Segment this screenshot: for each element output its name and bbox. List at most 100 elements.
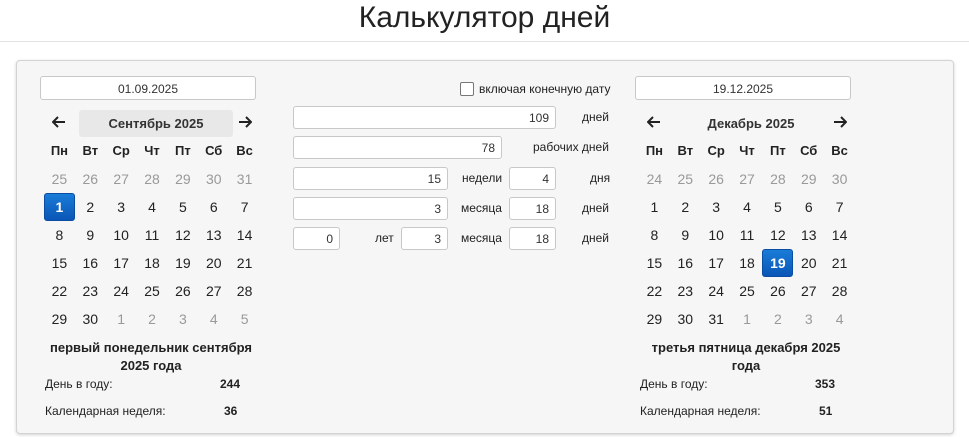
weeks-field[interactable]: 15 [293,167,448,190]
start-day-cell[interactable]: 28 [137,165,168,193]
start-day-cell[interactable]: 28 [229,277,260,305]
end-day-cell[interactable]: 17 [701,249,732,277]
start-day-cell[interactable]: 12 [167,221,198,249]
days-field[interactable]: 109 [293,106,556,129]
start-day-cell[interactable]: 6 [198,193,229,221]
end-day-cell[interactable]: 12 [762,221,793,249]
end-day-cell[interactable]: 28 [824,277,855,305]
start-day-cell[interactable]: 25 [44,165,75,193]
end-day-cell[interactable]: 30 [824,165,855,193]
ym-days-field[interactable]: 18 [509,227,556,250]
end-day-cell[interactable]: 8 [639,221,670,249]
ym-months-field[interactable]: 3 [401,227,448,250]
start-day-cell[interactable]: 5 [229,305,260,333]
end-day-cell[interactable]: 4 [824,305,855,333]
start-day-cell[interactable]: 16 [75,249,106,277]
start-day-cell[interactable]: 4 [137,193,168,221]
start-day-cell[interactable]: 15 [44,249,75,277]
start-day-cell[interactable]: 26 [167,277,198,305]
end-day-cell[interactable]: 23 [670,277,701,305]
end-day-cell[interactable]: 1 [639,193,670,221]
start-day-cell[interactable]: 26 [75,165,106,193]
months-field[interactable]: 3 [293,197,448,220]
start-day-cell[interactable]: 23 [75,277,106,305]
end-day-cell[interactable]: 22 [639,277,670,305]
weeks-days-field[interactable]: 4 [509,167,556,190]
end-day-cell[interactable]: 28 [762,165,793,193]
end-selected-day[interactable]: 19 [762,249,794,277]
start-day-cell[interactable]: 20 [198,249,229,277]
start-day-cell[interactable]: 3 [106,193,137,221]
arrow-right-icon[interactable] [825,110,855,137]
end-day-cell[interactable]: 20 [793,249,824,277]
start-day-cell[interactable]: 29 [167,165,198,193]
start-day-cell[interactable]: 18 [137,249,168,277]
end-day-cell[interactable]: 4 [732,193,763,221]
end-day-cell[interactable]: 31 [701,305,732,333]
months-days-field[interactable]: 18 [509,197,556,220]
end-day-cell[interactable]: 10 [701,221,732,249]
start-month-title[interactable]: Сентябрь 2025 [79,110,233,137]
arrow-right-icon[interactable] [230,110,260,137]
end-date-input[interactable]: 19.12.2025 [635,76,851,100]
start-day-cell[interactable]: 1 [106,305,137,333]
start-day-cell[interactable]: 29 [44,305,75,333]
start-day-cell[interactable]: 11 [137,221,168,249]
arrow-left-icon[interactable] [44,110,74,137]
end-day-cell[interactable]: 24 [639,165,670,193]
workdays-field[interactable]: 78 [293,136,502,159]
start-day-cell[interactable]: 24 [106,277,137,305]
start-day-cell[interactable]: 4 [198,305,229,333]
end-day-cell[interactable]: 11 [732,221,763,249]
start-day-cell[interactable]: 13 [198,221,229,249]
end-day-cell[interactable]: 2 [762,305,793,333]
end-day-cell[interactable]: 26 [762,277,793,305]
end-day-cell[interactable]: 25 [732,277,763,305]
start-day-cell[interactable]: 19 [167,249,198,277]
end-day-cell[interactable]: 18 [732,249,763,277]
end-day-cell[interactable]: 2 [670,193,701,221]
start-day-cell[interactable]: 2 [137,305,168,333]
end-day-cell[interactable]: 29 [793,165,824,193]
end-day-cell[interactable]: 15 [639,249,670,277]
arrow-left-icon[interactable] [639,110,669,137]
start-day-cell[interactable]: 30 [198,165,229,193]
start-day-cell[interactable]: 17 [106,249,137,277]
end-day-cell[interactable]: 16 [670,249,701,277]
end-day-cell[interactable]: 14 [824,221,855,249]
end-day-cell[interactable]: 1 [732,305,763,333]
end-day-cell[interactable]: 26 [701,165,732,193]
end-day-cell[interactable]: 3 [793,305,824,333]
include-end-date-checkbox[interactable] [460,81,474,96]
start-date-input[interactable]: 01.09.2025 [40,76,256,100]
end-day-cell[interactable]: 30 [670,305,701,333]
start-day-cell[interactable]: 8 [44,221,75,249]
start-day-cell[interactable]: 27 [106,165,137,193]
end-day-cell[interactable]: 13 [793,221,824,249]
start-day-cell[interactable]: 3 [167,305,198,333]
years-field[interactable]: 0 [293,227,340,250]
end-day-cell[interactable]: 29 [639,305,670,333]
start-day-cell[interactable]: 14 [229,221,260,249]
end-day-cell[interactable]: 27 [793,277,824,305]
include-end-date-option[interactable]: включая конечную дату [460,81,610,97]
end-day-cell[interactable]: 3 [701,193,732,221]
end-day-cell[interactable]: 5 [762,193,793,221]
end-day-cell[interactable]: 24 [701,277,732,305]
end-day-cell[interactable]: 9 [670,221,701,249]
end-day-cell[interactable]: 27 [732,165,763,193]
start-selected-day[interactable]: 1 [44,193,75,221]
start-day-cell[interactable]: 5 [167,193,198,221]
start-day-cell[interactable]: 10 [106,221,137,249]
start-day-cell[interactable]: 31 [229,165,260,193]
end-day-cell[interactable]: 7 [824,193,855,221]
start-day-cell[interactable]: 9 [75,221,106,249]
end-day-cell[interactable]: 21 [824,249,855,277]
start-day-cell[interactable]: 21 [229,249,260,277]
start-day-cell[interactable]: 22 [44,277,75,305]
start-day-cell[interactable]: 7 [229,193,260,221]
end-day-cell[interactable]: 6 [793,193,824,221]
start-day-cell[interactable]: 30 [75,305,106,333]
start-day-cell[interactable]: 2 [75,193,106,221]
end-day-cell[interactable]: 25 [670,165,701,193]
